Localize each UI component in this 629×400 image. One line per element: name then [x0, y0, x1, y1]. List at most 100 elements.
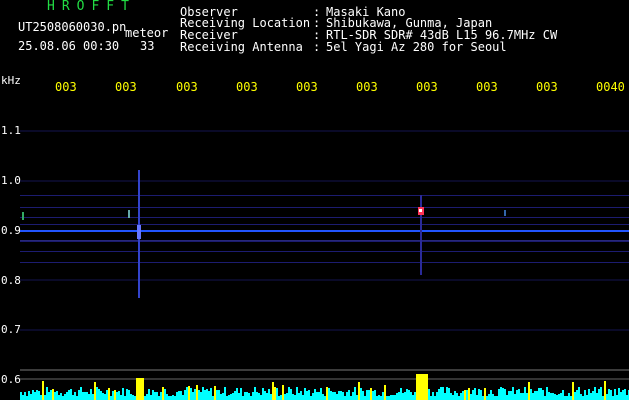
spectrum-bar	[588, 389, 590, 400]
spectrum-bar	[422, 374, 424, 400]
spectrum-bar	[528, 382, 530, 400]
spectrum-bar	[428, 389, 430, 400]
spectrum-bar	[116, 392, 118, 400]
spectrum-bar	[582, 396, 584, 400]
spectrum-bar	[616, 395, 618, 400]
spectrum-bar	[308, 390, 310, 400]
echo-mark	[22, 212, 24, 220]
spectrum-bar	[320, 388, 322, 400]
spectrum-bar	[574, 392, 576, 400]
spectrum-bar	[152, 390, 154, 400]
spectrum-bar	[176, 392, 178, 400]
spectrum-bar	[212, 396, 214, 400]
spectrum-bar	[32, 390, 34, 400]
spectrum-bar	[54, 392, 56, 400]
spectrum-bar	[22, 395, 24, 400]
spectrum-bar	[424, 374, 426, 400]
spectrum-bar	[472, 390, 474, 400]
meteor-echo-core	[137, 225, 141, 239]
spectrum-bar	[208, 391, 210, 400]
spectrum-bar	[408, 390, 410, 400]
spectrum-bar	[48, 392, 50, 400]
spectrum-bar	[592, 391, 594, 400]
spectrum-bar	[558, 394, 560, 400]
spectrum-bar	[324, 396, 326, 400]
spectrum-bar	[334, 392, 336, 400]
spectrum-bar	[182, 395, 184, 400]
spectrum-bar	[288, 387, 290, 400]
spectrum-bar	[298, 393, 300, 400]
spectrum-bar	[150, 395, 152, 400]
spectrum-bar	[468, 388, 470, 400]
spectrum-bar	[312, 393, 314, 400]
spectrum-bar	[50, 390, 52, 400]
spectrum-bar	[314, 389, 316, 400]
spectrum-bar	[496, 396, 498, 400]
spectrum-bar	[514, 394, 516, 400]
spectrum-bar	[378, 395, 380, 400]
spectrum-bar	[34, 392, 36, 400]
spectrum-bar	[454, 391, 456, 400]
spectrum-bar	[600, 387, 602, 400]
spectrum-bar	[70, 389, 72, 400]
spectrum-bar	[526, 393, 528, 400]
spectrum-bar	[530, 389, 532, 400]
spectrum-bar	[540, 388, 542, 400]
spectrum-bar	[350, 396, 352, 400]
spectrum-bar	[78, 390, 80, 400]
spectrum-bar	[166, 394, 168, 400]
spectrum-bar	[484, 388, 486, 400]
spectrum-bar	[232, 393, 234, 400]
spectrum-bar	[354, 387, 356, 400]
spectrum-bar	[20, 392, 22, 400]
spectrum-bar	[272, 382, 274, 400]
spectrum-bar	[460, 393, 462, 400]
spectrum-bar	[120, 395, 122, 400]
spectrum-bar	[480, 390, 482, 400]
spectrum-bar	[352, 392, 354, 400]
spectrum-bar	[104, 394, 106, 400]
spectrum-bar	[68, 390, 70, 400]
spectrum-bar	[214, 386, 216, 400]
spectrum-bar	[158, 396, 160, 400]
spectrum-bar	[508, 391, 510, 400]
spectrum-bar	[566, 396, 568, 400]
spectrum-bar	[216, 390, 218, 400]
spectrum-bar	[364, 396, 366, 400]
spectrum-bar	[554, 394, 556, 400]
spectrum-bar	[262, 388, 264, 400]
spectrum-bar	[336, 394, 338, 400]
spectrum-bar	[144, 396, 146, 400]
spectrum-bar	[602, 396, 604, 400]
spectrum-bar	[500, 387, 502, 400]
spectrum-bar	[370, 388, 372, 400]
spectrum-bar	[624, 389, 626, 400]
spectrum-bar	[448, 388, 450, 400]
spectrum-bar	[130, 394, 132, 400]
spectrum-bar	[474, 388, 476, 400]
spectrum-bar	[440, 387, 442, 400]
spectrum-bar	[380, 396, 382, 400]
spectrum-bar	[382, 392, 384, 400]
spectrum-bar	[400, 388, 402, 400]
spectrum-bar	[418, 374, 420, 400]
spectrum-bar	[532, 393, 534, 400]
spectrum-bar	[160, 392, 162, 400]
spectrum-bar	[416, 374, 418, 400]
meteor-echo-peak	[419, 209, 422, 212]
spectrum-bar	[46, 387, 48, 400]
spectrum-bar	[594, 387, 596, 400]
spectrum-bar	[282, 385, 284, 400]
spectrum-bar	[138, 378, 140, 400]
spectrum-bar	[178, 391, 180, 400]
spectrum-bar	[492, 394, 494, 400]
spectrum-bar	[318, 392, 320, 400]
spectrum-bar	[200, 392, 202, 400]
spectrum-bar	[488, 394, 490, 400]
spectrum-bar	[562, 390, 564, 400]
spectrum-bar	[396, 393, 398, 400]
spectrum-bar	[516, 390, 518, 400]
spectrum-bar	[180, 391, 182, 400]
spectrum-bar	[248, 393, 250, 400]
spectrum-bar	[280, 395, 282, 400]
